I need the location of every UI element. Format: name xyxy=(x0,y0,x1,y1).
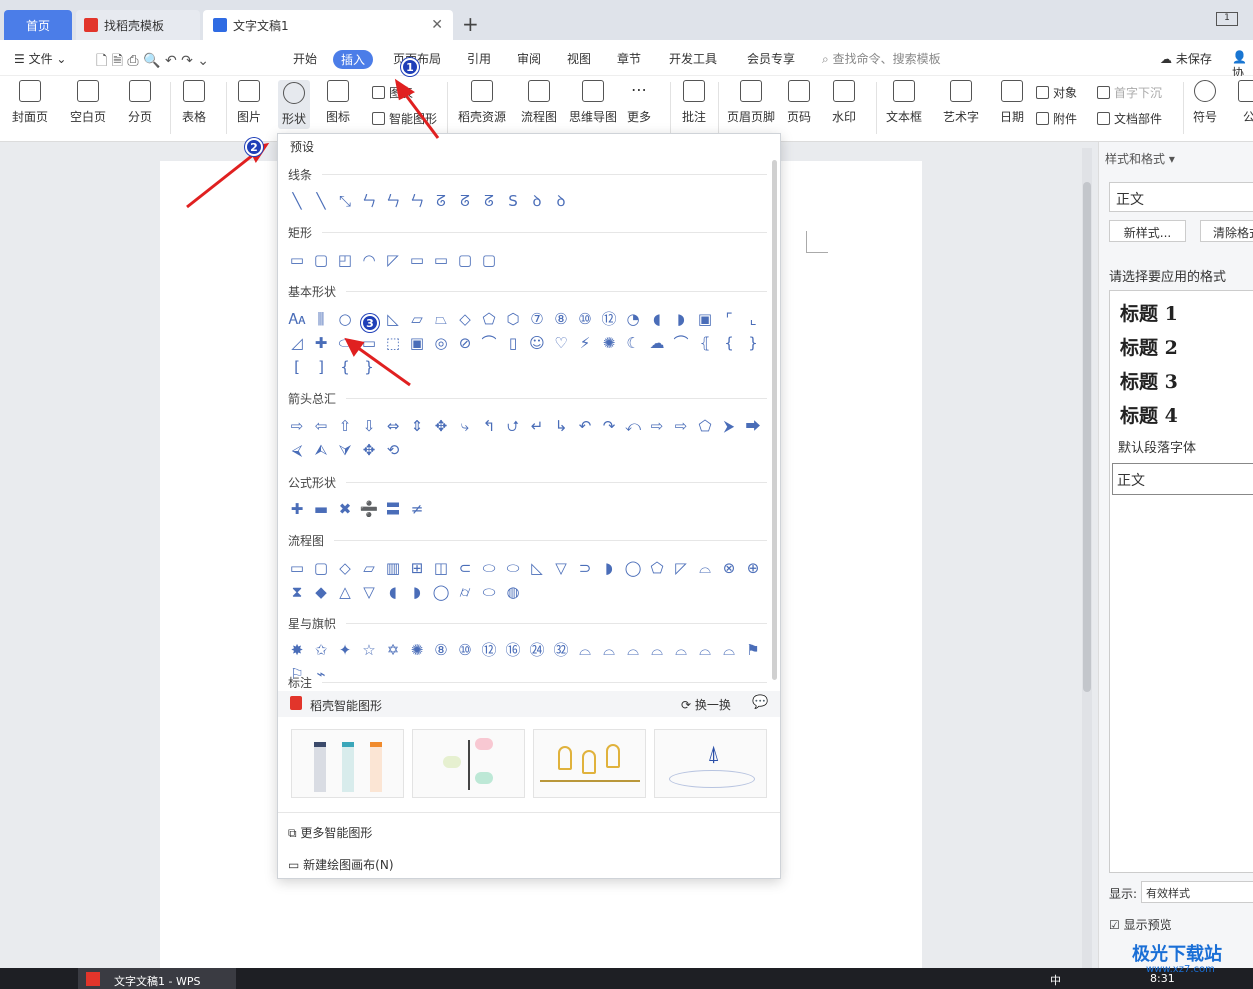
taskbar-app-label: 文字文稿1 - WPS xyxy=(114,975,201,988)
site-watermark: 极光下载站 www.xz7.com xyxy=(1100,938,1250,984)
annotation-arrowhead-1 xyxy=(394,78,415,101)
ime-indicator[interactable]: 中 xyxy=(1050,972,1061,988)
watermark-title: 极光下载站 xyxy=(1132,944,1222,965)
taskbar-app-wps[interactable]: 文字文稿1 - WPS xyxy=(78,968,236,989)
annotation-badge-3: 3 xyxy=(361,314,379,332)
watermark-url: www.xz7.com xyxy=(1146,964,1215,975)
annotation-badge-1: 1 xyxy=(401,58,419,76)
annotation-arrowhead-3 xyxy=(344,337,365,357)
annotation-arrow-3 xyxy=(353,343,411,387)
annotation-arrow-1 xyxy=(400,89,440,139)
annotation-arrows xyxy=(186,78,440,387)
wps-app-icon xyxy=(86,972,100,986)
annotation-arrow-2 xyxy=(186,149,259,209)
annotation-badge-2: 2 xyxy=(245,138,263,156)
taskbar: 文字文稿1 - WPS 中 8:31 xyxy=(0,968,1253,989)
